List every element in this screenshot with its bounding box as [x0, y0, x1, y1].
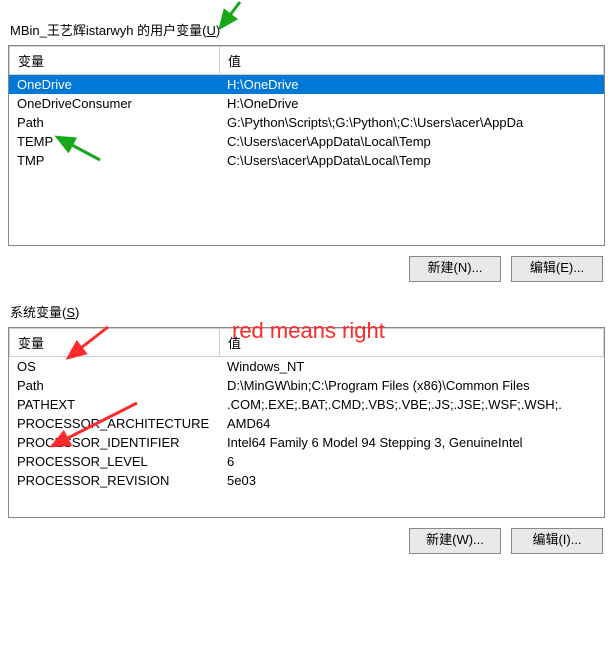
table-row[interactable]: OneDriveConsumerH:\OneDrive: [9, 94, 604, 113]
user-variables-body-wrap: OneDriveH:\OneDriveOneDriveConsumerH:\On…: [9, 75, 604, 245]
cell-var-value: C:\Users\acer\AppData\Local\Temp: [219, 132, 604, 151]
system-variables-table[interactable]: 变量 值: [9, 328, 604, 357]
user-variables-table-frame: 变量 值 OneDriveH:\OneDriveOneDriveConsumer…: [8, 45, 605, 246]
cell-var-name: PROCESSOR_LEVEL: [9, 452, 219, 471]
user-col-name[interactable]: 变量: [10, 47, 220, 75]
cell-var-value: Windows_NT: [219, 357, 604, 376]
cell-var-value: H:\OneDrive: [219, 75, 604, 94]
system-variables-section: 系统变量(S) 变量 值 OSWindows_NTPathD:\MinGW\bi…: [0, 302, 613, 564]
sys-col-name[interactable]: 变量: [10, 329, 220, 357]
cell-var-name: Path: [9, 113, 219, 132]
cell-var-value: .COM;.EXE;.BAT;.CMD;.VBS;.VBE;.JS;.JSE;.…: [219, 395, 604, 414]
cell-var-name: PROCESSOR_ARCHITECTURE: [9, 414, 219, 433]
user-variables-section: MBin_王艺辉istarwyh 的用户变量(U) 变量 值 OneDriveH…: [0, 0, 613, 292]
cell-var-value: H:\OneDrive: [219, 94, 604, 113]
cell-var-name: TMP: [9, 151, 219, 170]
table-row[interactable]: PATHEXT.COM;.EXE;.BAT;.CMD;.VBS;.VBE;.JS…: [9, 395, 604, 414]
cell-var-value: 5e03: [219, 471, 604, 490]
table-row[interactable]: PathD:\MinGW\bin;C:\Program Files (x86)\…: [9, 376, 604, 395]
system-variables-title-text: 系统变量(: [10, 305, 66, 320]
system-variables-title-close: ): [75, 305, 79, 320]
table-row[interactable]: PROCESSOR_ARCHITECTUREAMD64: [9, 414, 604, 433]
user-variables-title: MBin_王艺辉istarwyh 的用户变量(U): [10, 20, 605, 39]
user-buttons-row: 新建(N)... 编辑(E)...: [8, 246, 605, 292]
cell-var-value: Intel64 Family 6 Model 94 Stepping 3, Ge…: [219, 433, 604, 452]
user-variables-title-text: MBin_王艺辉istarwyh 的用户变量(: [10, 23, 206, 38]
system-variables-body-wrap: OSWindows_NTPathD:\MinGW\bin;C:\Program …: [9, 357, 604, 517]
sys-col-value[interactable]: 值: [220, 329, 604, 357]
user-edit-button[interactable]: 编辑(E)...: [511, 256, 603, 282]
cell-var-name: PROCESSOR_REVISION: [9, 471, 219, 490]
table-row[interactable]: TMPC:\Users\acer\AppData\Local\Temp: [9, 151, 604, 170]
system-edit-button[interactable]: 编辑(I)...: [511, 528, 603, 554]
table-row[interactable]: OSWindows_NT: [9, 357, 604, 376]
system-buttons-row: 新建(W)... 编辑(I)...: [8, 518, 605, 564]
system-variables-accelerator: S: [66, 305, 75, 320]
cell-var-name: OneDrive: [9, 75, 219, 94]
table-row[interactable]: PathG:\Python\Scripts\;G:\Python\;C:\Use…: [9, 113, 604, 132]
cell-var-name: Path: [9, 376, 219, 395]
system-new-button[interactable]: 新建(W)...: [409, 528, 501, 554]
cell-var-name: PROCESSOR_IDENTIFIER: [9, 433, 219, 452]
cell-var-name: PATHEXT: [9, 395, 219, 414]
table-row[interactable]: PROCESSOR_LEVEL6: [9, 452, 604, 471]
user-variables-table[interactable]: 变量 值: [9, 46, 604, 75]
table-row[interactable]: OneDriveH:\OneDrive: [9, 75, 604, 94]
cell-var-name: OneDriveConsumer: [9, 94, 219, 113]
user-col-value[interactable]: 值: [220, 47, 604, 75]
user-new-button[interactable]: 新建(N)...: [409, 256, 501, 282]
table-row[interactable]: PROCESSOR_IDENTIFIERIntel64 Family 6 Mod…: [9, 433, 604, 452]
table-row[interactable]: TEMPC:\Users\acer\AppData\Local\Temp: [9, 132, 604, 151]
cell-var-value: D:\MinGW\bin;C:\Program Files (x86)\Comm…: [219, 376, 604, 395]
cell-var-value: G:\Python\Scripts\;G:\Python\;C:\Users\a…: [219, 113, 604, 132]
system-variables-title: 系统变量(S): [10, 302, 605, 321]
user-variables-accelerator: U: [206, 23, 215, 38]
system-variables-table-frame: 变量 值 OSWindows_NTPathD:\MinGW\bin;C:\Pro…: [8, 327, 605, 518]
cell-var-name: OS: [9, 357, 219, 376]
cell-var-value: 6: [219, 452, 604, 471]
cell-var-name: TEMP: [9, 132, 219, 151]
user-variables-title-close: ): [216, 23, 220, 38]
cell-var-value: AMD64: [219, 414, 604, 433]
table-row[interactable]: PROCESSOR_REVISION5e03: [9, 471, 604, 490]
cell-var-value: C:\Users\acer\AppData\Local\Temp: [219, 151, 604, 170]
